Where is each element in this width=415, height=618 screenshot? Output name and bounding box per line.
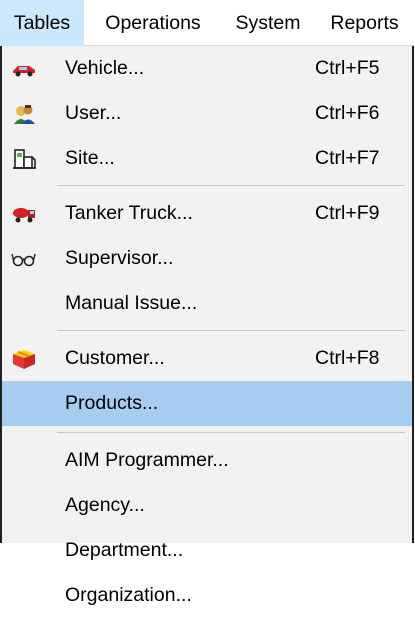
menu-item-label: Customer... bbox=[65, 347, 165, 369]
menu-item-label: Supervisor... bbox=[65, 247, 174, 269]
menu-bar: Tables Operations System Reports bbox=[0, 0, 415, 46]
menu-item-label: Tanker Truck... bbox=[65, 202, 193, 224]
menu-item-label: Vehicle... bbox=[65, 57, 145, 79]
menu-item-site[interactable]: Site... Ctrl+F7 bbox=[2, 136, 412, 181]
menu-separator bbox=[57, 330, 405, 331]
menu-item-shortcut: Ctrl+F7 bbox=[315, 147, 380, 169]
menu-item-user[interactable]: User... Ctrl+F6 bbox=[2, 91, 412, 136]
menu-item-products[interactable]: Products... bbox=[2, 381, 412, 426]
site-icon bbox=[10, 145, 38, 173]
menu-item-label: User... bbox=[65, 102, 122, 124]
menu-item-label: Agency... bbox=[65, 494, 145, 516]
menu-item-label: Organization... bbox=[65, 584, 192, 606]
menu-item-agency[interactable]: Agency... bbox=[2, 483, 412, 528]
menu-item-supervisor[interactable]: Supervisor... bbox=[2, 236, 412, 281]
car-icon bbox=[10, 55, 38, 83]
menubar-system[interactable]: System bbox=[222, 0, 314, 46]
menu-item-manual-issue[interactable]: Manual Issue... bbox=[2, 281, 412, 326]
menu-item-label: AIM Programmer... bbox=[65, 449, 229, 471]
menu-item-shortcut: Ctrl+F6 bbox=[315, 102, 380, 124]
glasses-icon bbox=[10, 245, 38, 273]
menu-item-label: Manual Issue... bbox=[65, 292, 198, 314]
menu-item-vehicle[interactable]: Vehicle... Ctrl+F5 bbox=[2, 46, 412, 91]
menu-item-department[interactable]: Department... bbox=[2, 528, 412, 573]
customer-icon bbox=[10, 345, 38, 373]
menubar-tables[interactable]: Tables bbox=[0, 0, 84, 46]
tables-dropdown-menu: Vehicle... Ctrl+F5 User... Ctrl+F6 Site.… bbox=[0, 46, 414, 606]
menu-item-label: Site... bbox=[65, 147, 115, 169]
menu-item-customer[interactable]: Customer... Ctrl+F8 bbox=[2, 336, 412, 381]
menu-item-aim-programmer[interactable]: AIM Programmer... bbox=[2, 438, 412, 483]
menu-item-label: Products... bbox=[65, 392, 159, 414]
menu-item-organization[interactable]: Organization... bbox=[2, 573, 412, 618]
menu-item-tanker-truck[interactable]: Tanker Truck... Ctrl+F9 bbox=[2, 191, 412, 236]
menu-item-shortcut: Ctrl+F5 bbox=[315, 57, 380, 79]
menu-item-label: Department... bbox=[65, 539, 184, 561]
menubar-reports[interactable]: Reports bbox=[314, 0, 415, 46]
menu-separator bbox=[57, 432, 405, 433]
menu-item-shortcut: Ctrl+F8 bbox=[315, 347, 380, 369]
tanker-truck-icon bbox=[10, 200, 38, 228]
menubar-operations[interactable]: Operations bbox=[84, 0, 222, 46]
menu-separator bbox=[57, 185, 405, 186]
menu-item-shortcut: Ctrl+F9 bbox=[315, 202, 380, 224]
user-icon bbox=[10, 100, 38, 128]
